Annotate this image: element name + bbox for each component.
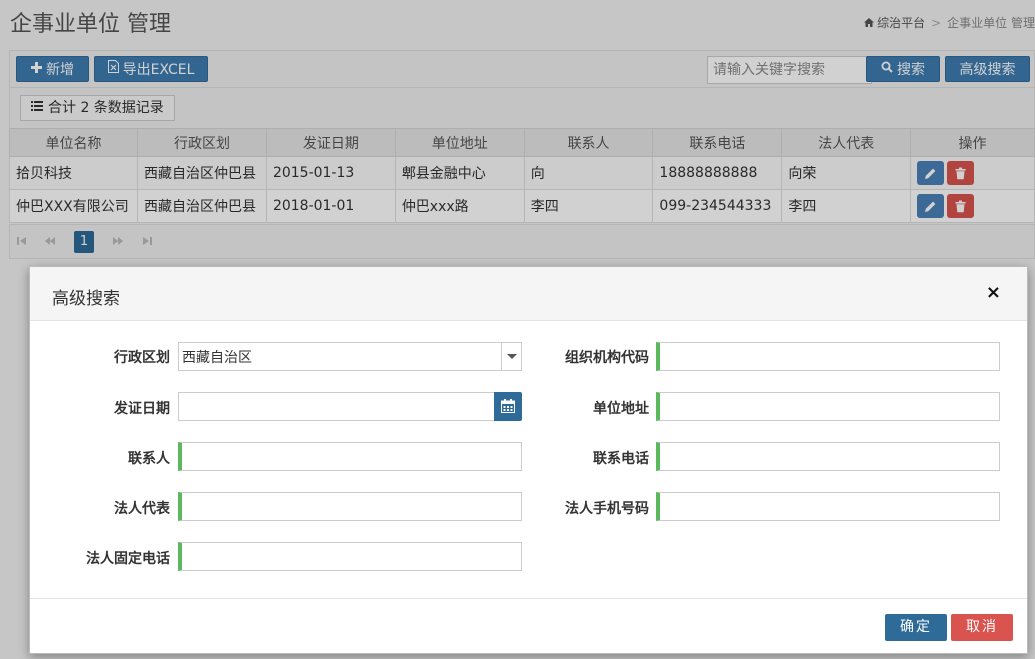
org-code-field[interactable]: [656, 342, 1000, 371]
advanced-search-modal: 高级搜索 × 行政区划 西藏自治区 组织机构代码 发证日期 单位地址 联系人 联…: [29, 266, 1028, 654]
confirm-button[interactable]: 确定: [885, 614, 947, 641]
legal-fixed-phone-label: 法人固定电话: [86, 551, 170, 567]
legal-rep-field[interactable]: [178, 492, 522, 521]
legal-mobile-label: 法人手机号码: [565, 501, 649, 517]
modal-title: 高级搜索: [52, 289, 120, 309]
legal-rep-label: 法人代表: [114, 501, 170, 517]
issue-date-field[interactable]: [178, 392, 495, 421]
org-code-label: 组织机构代码: [565, 350, 649, 366]
address-label: 单位地址: [593, 401, 649, 417]
region-select-value: 西藏自治区: [182, 350, 252, 366]
region-select[interactable]: 西藏自治区: [178, 342, 522, 371]
close-icon[interactable]: ×: [986, 282, 1001, 303]
phone-field[interactable]: [656, 442, 1000, 471]
cancel-button[interactable]: 取消: [951, 614, 1013, 641]
legal-mobile-field[interactable]: [656, 492, 1000, 521]
modal-footer: 确定 取消: [30, 598, 1027, 655]
contact-label: 联系人: [128, 451, 170, 467]
phone-label: 联系电话: [593, 451, 649, 467]
modal-header: 高级搜索 ×: [30, 267, 1027, 321]
issue-date-label: 发证日期: [114, 401, 170, 417]
legal-fixed-phone-field[interactable]: [178, 542, 522, 571]
contact-field[interactable]: [178, 442, 522, 471]
address-field[interactable]: [656, 392, 1000, 421]
region-label: 行政区划: [114, 350, 170, 366]
